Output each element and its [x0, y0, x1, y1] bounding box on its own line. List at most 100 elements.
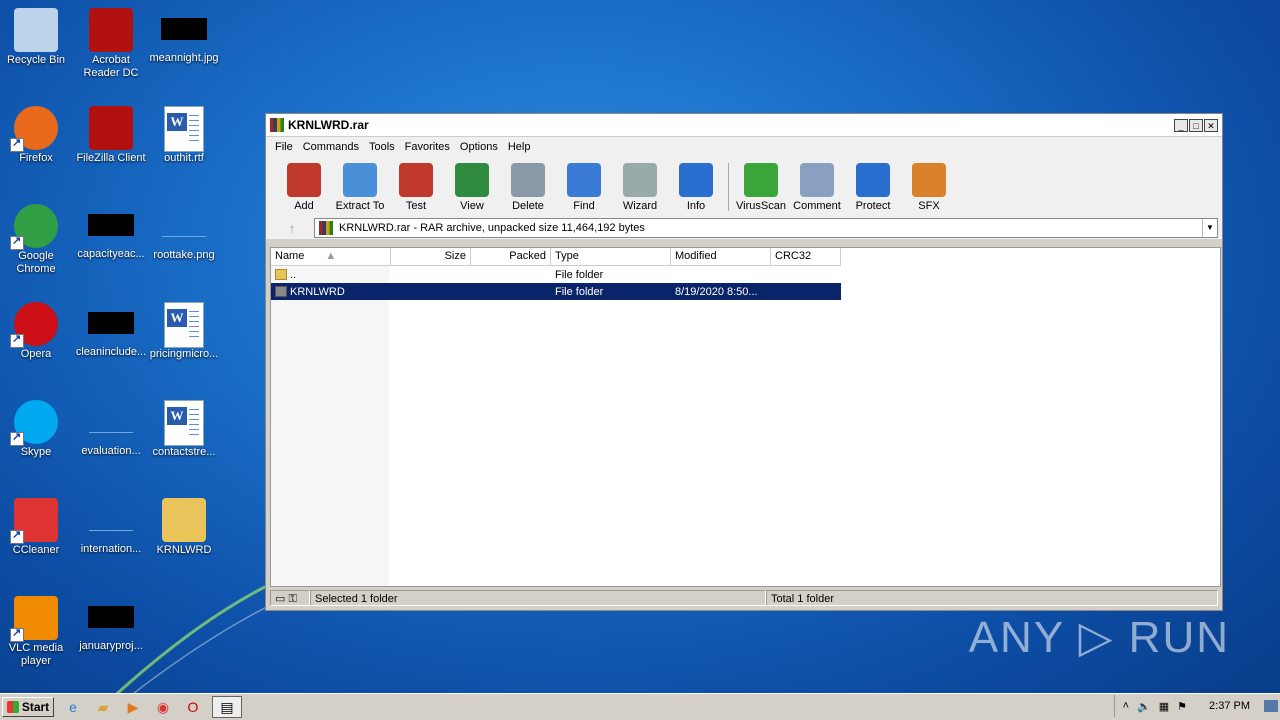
desktop-icon[interactable]: Wpricingmicro... — [146, 302, 222, 361]
extract-to-button[interactable]: Extract To — [332, 161, 388, 212]
desktop-icon-label: Recycle Bin — [6, 54, 66, 66]
desktop-icon[interactable]: Firefox — [0, 106, 74, 165]
desktop-icon[interactable]: Wcontactstre... — [146, 400, 222, 459]
acrobat-icon — [89, 8, 133, 52]
toolbar-label: Comment — [793, 200, 841, 212]
menu-options[interactable]: Options — [455, 141, 503, 153]
toolbar-label: Delete — [512, 200, 544, 212]
view-book-icon — [455, 163, 489, 197]
word-doc-icon: W — [164, 106, 204, 152]
comment-icon — [800, 163, 834, 197]
chrome-taskbar-icon[interactable]: ◉ — [152, 697, 174, 717]
file-list[interactable]: Name ▲ Size Packed Type Modified CRC32 .… — [270, 247, 1221, 587]
desktop-icon[interactable]: januaryproj... — [73, 596, 149, 653]
desktop-icon-label: outhit.rtf — [164, 152, 204, 164]
desktop-icon-label: VLC media player — [8, 642, 64, 667]
menu-favorites[interactable]: Favorites — [400, 141, 455, 153]
col-modified[interactable]: Modified — [671, 248, 771, 265]
col-crc32[interactable]: CRC32 — [771, 248, 841, 265]
delete-button[interactable]: Delete — [500, 161, 556, 212]
col-packed[interactable]: Packed — [471, 248, 551, 265]
desktop-icon[interactable]: Acrobat Reader DC — [73, 8, 149, 80]
toolbar-label: Find — [573, 200, 595, 212]
add-icon — [287, 163, 321, 197]
desktop-icon[interactable]: FileZilla Client — [73, 106, 149, 165]
desktop-icon[interactable]: meannight.jpg — [146, 8, 222, 65]
toolbar-label: SFX — [918, 200, 940, 212]
volume-icon[interactable]: 🔈 — [1137, 700, 1151, 713]
menu-tools[interactable]: Tools — [364, 141, 400, 153]
folder-icon — [162, 498, 206, 542]
skype-icon — [10, 400, 58, 446]
desktop-icon[interactable]: Recycle Bin — [0, 8, 74, 67]
desktop-icon[interactable]: evaluation... — [73, 400, 149, 458]
virusscan-button[interactable]: VirusScan — [733, 161, 789, 212]
tray-chevron-up-icon[interactable]: ˄ — [1123, 700, 1129, 712]
path-combobox[interactable]: KRNLWRD.rar - RAR archive, unpacked size… — [314, 218, 1218, 238]
col-size[interactable]: Size — [391, 248, 471, 265]
taskbar: Start e ▰ ▶ ◉ O ▤ ˄ 🔈 ▦ ⚑ 2:37 PM — [0, 693, 1280, 720]
winrar-window: KRNLWRD.rar _ □ ✕ File Commands Tools Fa… — [265, 113, 1223, 611]
toolbar: Add Extract To Test View Delete Find Wizard Inf… — [266, 157, 1222, 217]
desktop-icon-label: KRNLWRD — [156, 544, 212, 556]
status-selected: Selected 1 folder — [310, 590, 766, 606]
winrar-icon — [270, 118, 284, 132]
image-file-icon — [162, 214, 206, 237]
desktop-icon[interactable]: Opera — [0, 302, 74, 361]
col-name[interactable]: Name ▲ — [271, 248, 391, 265]
file-icon — [88, 214, 134, 236]
drive-key-icon[interactable]: ▭ ⚿ — [270, 590, 310, 606]
show-desktop-button[interactable] — [1264, 700, 1278, 712]
toolbar-label: VirusScan — [736, 200, 786, 212]
add-button[interactable]: Add — [276, 161, 332, 212]
clock[interactable]: 2:37 PM — [1209, 700, 1250, 712]
menu-file[interactable]: File — [270, 141, 298, 153]
winrar-taskbar-button[interactable]: ▤ — [212, 696, 242, 718]
filezilla-icon — [89, 106, 133, 150]
ie-icon[interactable]: e — [62, 697, 84, 717]
find-button[interactable]: Find — [556, 161, 612, 212]
start-button[interactable]: Start — [2, 697, 54, 717]
view-button[interactable]: View — [444, 161, 500, 212]
toolbar-label: Info — [686, 200, 706, 212]
col-type[interactable]: Type — [551, 248, 671, 265]
toolbar-label: Add — [294, 200, 314, 212]
desktop-icon[interactable]: VLC media player — [0, 596, 74, 668]
desktop-icon[interactable]: Wouthit.rtf — [146, 106, 222, 165]
media-player-icon[interactable]: ▶ — [122, 697, 144, 717]
desktop-icon[interactable]: KRNLWRD — [146, 498, 222, 557]
desktop-icon[interactable]: Google Chrome — [0, 204, 74, 276]
comment-button[interactable]: Comment — [789, 161, 845, 212]
desktop-icon[interactable]: roottake.png — [146, 204, 222, 262]
opera-taskbar-icon[interactable]: O — [182, 697, 204, 717]
title-bar[interactable]: KRNLWRD.rar _ □ ✕ — [266, 114, 1222, 137]
sfx-button[interactable]: SFX — [901, 161, 957, 212]
minimize-button[interactable]: _ — [1174, 118, 1188, 132]
chevron-down-icon[interactable]: ▼ — [1202, 219, 1217, 237]
wizard-button[interactable]: Wizard — [612, 161, 668, 212]
maximize-button[interactable]: □ — [1189, 118, 1203, 132]
desktop-icon[interactable]: capacityeac... — [73, 204, 149, 261]
desktop-icon[interactable]: CCleaner — [0, 498, 74, 557]
table-row-selected[interactable]: KRNLWRD File folder 8/19/2020 8:50... — [271, 283, 841, 300]
protect-button[interactable]: Protect — [845, 161, 901, 212]
up-arrow-icon[interactable]: ↑ — [270, 221, 314, 236]
desktop-icon[interactable]: cleaninclude... — [73, 302, 149, 359]
desktop-icon-label: cleaninclude... — [75, 346, 147, 358]
test-button[interactable]: Test — [388, 161, 444, 212]
menu-help[interactable]: Help — [503, 141, 536, 153]
magnifier-icon — [567, 163, 601, 197]
explorer-folder-icon[interactable]: ▰ — [92, 697, 114, 717]
desktop-icon[interactable]: internation... — [73, 498, 149, 556]
system-tray: ˄ 🔈 ▦ ⚑ 2:37 PM — [1113, 695, 1280, 717]
table-row[interactable]: .. File folder — [271, 266, 841, 283]
close-button[interactable]: ✕ — [1204, 118, 1218, 132]
test-clipboard-icon — [399, 163, 433, 197]
network-icon[interactable]: ▦ — [1159, 700, 1169, 713]
action-center-flag-icon[interactable]: ⚑ — [1177, 700, 1187, 713]
desktop-icon[interactable]: Skype — [0, 400, 74, 459]
trash-icon — [511, 163, 545, 197]
info-button[interactable]: Info — [668, 161, 724, 212]
image-file-icon — [161, 18, 207, 40]
menu-commands[interactable]: Commands — [298, 141, 364, 153]
